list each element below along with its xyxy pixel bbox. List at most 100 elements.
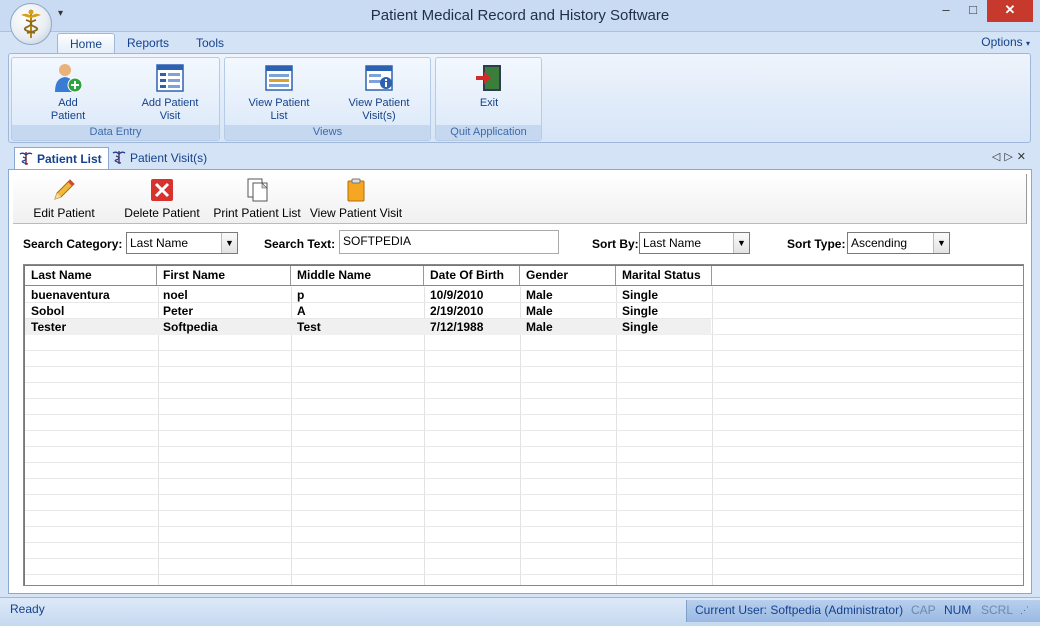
add-patient-label: Add Patient xyxy=(50,97,86,122)
patient-toolbar: Edit Patient Delete Patient Print Patien… xyxy=(13,174,1027,224)
search-category-value: Last Name xyxy=(130,236,189,250)
tab-patient-visits-label: Patient Visit(s) xyxy=(130,151,208,165)
row-divider xyxy=(25,430,1023,431)
table-row[interactable]: Sobol Peter A 2/19/2010 Male Single xyxy=(25,303,711,319)
caduceus-icon xyxy=(19,152,33,165)
row-divider xyxy=(25,382,1023,383)
column-header-last-name[interactable]: Last Name xyxy=(25,266,157,285)
row-divider xyxy=(25,494,1023,495)
sort-type-value: Ascending xyxy=(851,236,908,250)
sort-by-label: Sort By: xyxy=(592,237,639,251)
view-patient-visits-button[interactable]: View Patient Visit(s) xyxy=(339,62,419,123)
search-text-input[interactable]: SOFTPEDIA xyxy=(339,230,559,254)
print-patient-list-button[interactable]: Print Patient List xyxy=(213,177,301,220)
status-num: NUM xyxy=(944,603,972,617)
cell-marital-status: Single xyxy=(622,288,659,302)
patient-table[interactable]: Last Name First Name Middle Name Date Of… xyxy=(23,264,1024,586)
chevron-down-icon: ▾ xyxy=(1025,39,1030,48)
row-divider xyxy=(25,510,1023,511)
ribbon-tab-strip: Home Reports Tools Options ▾ xyxy=(0,32,1040,54)
clipboard-icon xyxy=(347,178,365,202)
view-patient-visit-button[interactable]: View Patient Visit xyxy=(309,177,403,220)
application-menu-button[interactable] xyxy=(10,3,52,45)
status-bar: Ready Current User: Softpedia (Administr… xyxy=(0,597,1040,626)
exit-button[interactable]: Exit xyxy=(450,62,528,110)
cell-first-name: Softpedia xyxy=(163,320,218,334)
patient-list-panel: Edit Patient Delete Patient Print Patien… xyxy=(8,169,1032,594)
group-data-entry: Add Patient Add Patient Visit Data Entry xyxy=(11,57,220,141)
column-header-first-name[interactable]: First Name xyxy=(157,266,291,285)
list-view-icon xyxy=(265,65,293,91)
minimize-button[interactable]: ‒ xyxy=(933,0,959,22)
tab-navigation-controls[interactable]: ◁▷✕ xyxy=(992,150,1030,163)
resize-grip-icon[interactable]: ⋰ xyxy=(1020,605,1029,616)
cell-middle-name: p xyxy=(297,288,305,302)
search-category-label: Search Category: xyxy=(23,237,123,251)
options-menu[interactable]: Options ▾ xyxy=(981,35,1030,49)
row-divider xyxy=(25,350,1023,351)
tab-patient-visits[interactable]: Patient Visit(s) xyxy=(108,147,213,169)
delete-icon xyxy=(151,179,173,201)
group-label-quit-application: Quit Application xyxy=(436,125,541,140)
print-patient-list-label: Print Patient List xyxy=(213,206,301,220)
edit-patient-button[interactable]: Edit Patient xyxy=(31,177,97,220)
sort-by-value: Last Name xyxy=(643,236,702,250)
tab-reports[interactable]: Reports xyxy=(115,33,181,54)
view-patient-list-label: View Patient List xyxy=(248,97,310,122)
options-label: Options xyxy=(981,35,1023,49)
chevron-down-icon[interactable]: ▼ xyxy=(933,233,949,253)
status-info-area: Current User: Softpedia (Administrator) … xyxy=(686,600,1040,622)
info-form-icon xyxy=(365,65,393,91)
exit-label: Exit xyxy=(479,97,499,109)
table-header: Last Name First Name Middle Name Date Of… xyxy=(25,266,1023,286)
status-ready: Ready xyxy=(10,602,45,616)
row-divider xyxy=(25,462,1023,463)
column-header-middle-name[interactable]: Middle Name xyxy=(291,266,424,285)
row-divider xyxy=(25,558,1023,559)
status-current-user: Current User: Softpedia (Administrator) xyxy=(695,603,904,617)
table-row[interactable]: Tester Softpedia Test 7/12/1988 Male Sin… xyxy=(25,319,711,335)
row-divider xyxy=(25,446,1023,447)
sort-type-label: Sort Type: xyxy=(787,237,846,251)
cell-first-name: noel xyxy=(163,288,188,302)
cell-middle-name: A xyxy=(297,304,306,318)
sort-type-select[interactable]: Ascending ▼ xyxy=(847,232,950,254)
edit-patient-label: Edit Patient xyxy=(33,206,95,220)
delete-patient-button[interactable]: Delete Patient xyxy=(123,177,201,220)
tab-tools[interactable]: Tools xyxy=(184,33,236,54)
add-patient-visit-button[interactable]: Add Patient Visit xyxy=(130,62,210,123)
search-category-select[interactable]: Last Name ▼ xyxy=(126,232,238,254)
cell-last-name: buenaventura xyxy=(31,288,110,302)
cell-gender: Male xyxy=(526,288,553,302)
group-label-data-entry: Data Entry xyxy=(12,125,219,140)
close-button[interactable]: ✕ xyxy=(987,0,1033,22)
row-divider xyxy=(25,366,1023,367)
row-divider xyxy=(25,526,1023,527)
pencil-icon xyxy=(54,179,75,200)
group-views: View Patient List View Patient Visit(s) … xyxy=(224,57,431,141)
tab-patient-list[interactable]: Patient List xyxy=(14,147,109,169)
caduceus-icon xyxy=(21,9,41,38)
column-header-date-of-birth[interactable]: Date Of Birth xyxy=(424,266,520,285)
column-header-marital-status[interactable]: Marital Status xyxy=(616,266,712,285)
view-patient-list-button[interactable]: View Patient List xyxy=(239,62,319,123)
delete-patient-label: Delete Patient xyxy=(124,206,200,220)
chevron-down-icon[interactable]: ▼ xyxy=(733,233,749,253)
cell-last-name: Sobol xyxy=(31,304,65,318)
form-icon xyxy=(156,64,184,92)
cell-middle-name: Test xyxy=(297,320,321,334)
exit-door-icon xyxy=(476,65,501,91)
tab-home[interactable]: Home xyxy=(57,33,116,54)
column-header-gender[interactable]: Gender xyxy=(520,266,616,285)
view-patient-visits-label: View Patient Visit(s) xyxy=(348,97,410,122)
search-filter-row: Search Category: Last Name ▼ Search Text… xyxy=(9,228,1033,256)
maximize-button[interactable]: □ xyxy=(960,0,986,22)
chevron-down-icon[interactable]: ▼ xyxy=(221,233,237,253)
add-patient-button[interactable]: Add Patient xyxy=(32,62,104,123)
status-scrl: SCRL xyxy=(981,603,1014,617)
cell-marital-status: Single xyxy=(622,304,659,318)
table-row[interactable]: buenaventura noel p 10/9/2010 Male Singl… xyxy=(25,287,711,303)
view-patient-visit-label: View Patient Visit xyxy=(309,206,403,220)
row-divider xyxy=(25,414,1023,415)
sort-by-select[interactable]: Last Name ▼ xyxy=(639,232,750,254)
